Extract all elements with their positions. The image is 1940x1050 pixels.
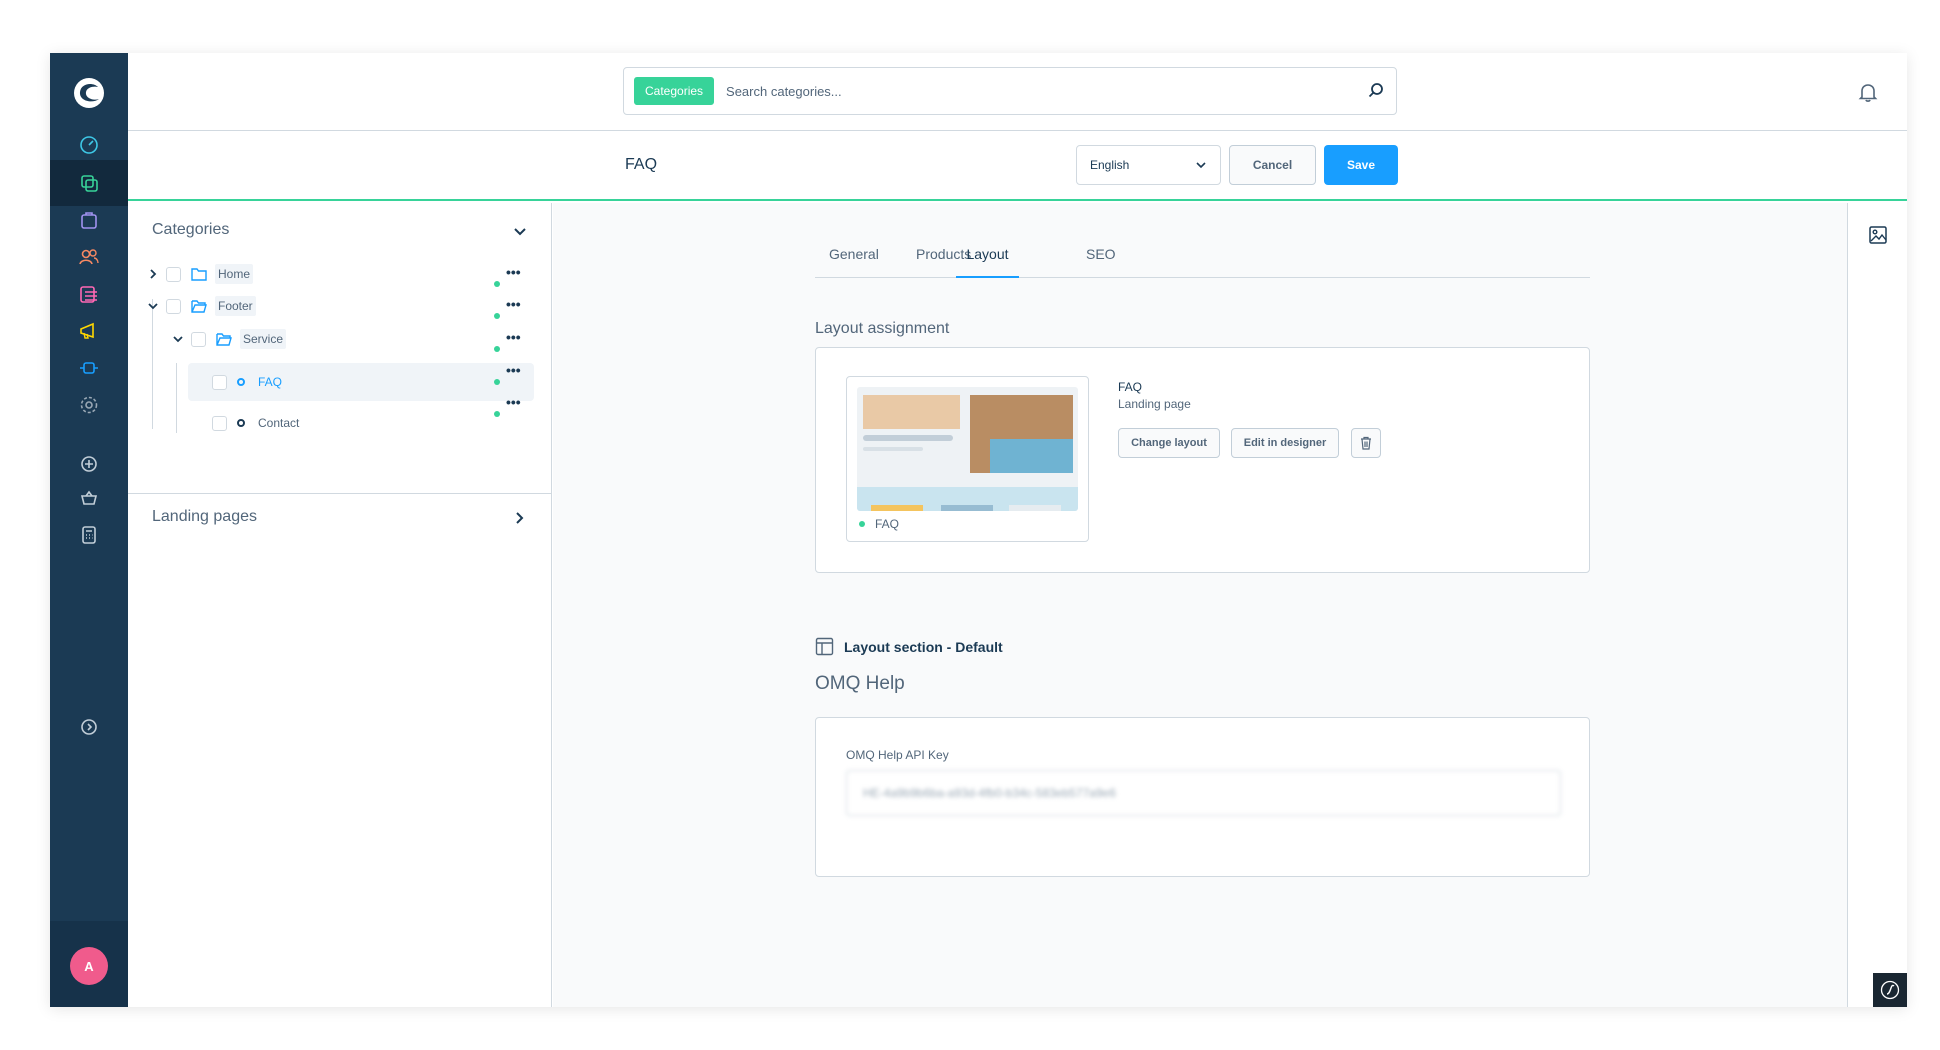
tree-checkbox[interactable] xyxy=(191,331,206,347)
chevron-down-icon[interactable] xyxy=(146,301,160,311)
dashboard-icon xyxy=(80,136,98,154)
layout-assignment-title: Layout assignment xyxy=(815,320,950,337)
tree-item-label: Contact xyxy=(258,416,300,430)
chevron-right-icon[interactable] xyxy=(146,269,160,279)
tab-seo[interactable]: SEO xyxy=(1086,240,1116,278)
media-icon[interactable] xyxy=(1868,225,1888,245)
search-type-tag[interactable]: Categories xyxy=(634,77,715,105)
admin-sidebar: A xyxy=(50,53,128,1007)
tree-guide-line xyxy=(176,363,177,433)
edit-in-designer-button[interactable]: Edit in designer xyxy=(1231,428,1339,458)
landing-pages-heading[interactable]: Landing pages xyxy=(152,508,257,526)
global-header: Categories Search categories... xyxy=(128,53,1907,131)
context-menu-button[interactable]: ••• xyxy=(506,329,521,345)
divider xyxy=(128,493,552,494)
folder-open-icon xyxy=(216,333,232,346)
tree-item-service[interactable]: Service xyxy=(171,319,287,359)
context-menu-button[interactable]: ••• xyxy=(506,264,521,280)
trash-icon xyxy=(1361,436,1371,450)
content-icon xyxy=(80,286,97,303)
status-dot xyxy=(494,379,500,385)
category-detail: General Products Layout SEO Layout assig… xyxy=(553,203,1847,1007)
smart-bar: FAQ English Cancel Save xyxy=(128,131,1907,201)
change-layout-button[interactable]: Change layout xyxy=(1118,428,1220,458)
search-input[interactable]: Search categories... xyxy=(726,84,1366,99)
tree-checkbox[interactable] xyxy=(166,298,181,314)
chevron-down-icon[interactable] xyxy=(513,225,527,239)
block-title: OMQ Help xyxy=(815,673,905,694)
extensions-icon xyxy=(80,362,98,374)
layout-type: Landing page xyxy=(1118,397,1191,411)
cancel-button[interactable]: Cancel xyxy=(1229,145,1316,185)
nav-collapse[interactable] xyxy=(50,704,128,750)
layout-name: FAQ xyxy=(1118,380,1143,394)
layout-icon xyxy=(815,637,834,656)
context-menu-button[interactable]: ••• xyxy=(506,394,521,410)
tree-checkbox[interactable] xyxy=(166,266,181,282)
layout-section-heading: Layout section - Default xyxy=(815,637,1003,656)
tab-general[interactable]: General xyxy=(829,240,879,278)
remove-layout-button[interactable] xyxy=(1351,428,1381,458)
marketing-icon xyxy=(80,322,94,339)
tree-item-contact[interactable]: Contact xyxy=(212,403,302,443)
status-dot xyxy=(494,346,500,352)
shopware-logo-icon[interactable] xyxy=(69,73,109,113)
basket-icon xyxy=(80,490,98,505)
save-button[interactable]: Save xyxy=(1324,145,1398,185)
chevron-down-icon[interactable] xyxy=(171,334,185,344)
calculator-icon xyxy=(82,526,96,544)
status-dot xyxy=(494,281,500,287)
bell-icon[interactable] xyxy=(1857,81,1879,103)
preview-footer: FAQ xyxy=(859,517,899,531)
layout-assignment-card: FAQ FAQ Landing page Change layout Edit … xyxy=(815,347,1590,573)
language-value: English xyxy=(1090,158,1130,172)
customers-icon xyxy=(79,249,99,265)
tree-item-faq[interactable]: FAQ xyxy=(188,363,534,401)
language-switch[interactable]: English xyxy=(1076,145,1221,185)
folder-icon xyxy=(191,268,207,281)
tab-layout[interactable]: Layout xyxy=(956,240,1019,278)
leaf-node-icon xyxy=(237,378,245,386)
nav-settings[interactable] xyxy=(50,382,128,428)
status-dot xyxy=(494,411,500,417)
page-title: FAQ xyxy=(625,156,658,173)
tree-heading: Categories xyxy=(152,221,230,238)
avatar[interactable]: A xyxy=(70,947,108,985)
detail-tabs: General Products Layout SEO xyxy=(815,240,1590,278)
context-menu-button[interactable]: ••• xyxy=(506,362,521,378)
catalogue-icon xyxy=(81,175,98,192)
api-key-label: OMQ Help API Key xyxy=(846,748,949,762)
status-dot xyxy=(494,313,500,319)
folder-open-icon xyxy=(191,300,207,313)
tree-item-label: FAQ xyxy=(258,375,283,389)
layout-preview[interactable]: FAQ xyxy=(846,376,1089,542)
layout-section-label: Layout section - Default xyxy=(844,638,1003,655)
status-dot xyxy=(859,521,865,527)
symfony-icon[interactable] xyxy=(1873,973,1907,1007)
preview-label: FAQ xyxy=(875,517,900,531)
help-icon xyxy=(81,719,97,735)
context-menu-button[interactable]: ••• xyxy=(506,296,521,312)
add-icon xyxy=(81,456,97,472)
leaf-node-icon xyxy=(237,419,245,427)
api-key-field[interactable]: HE-4a9b9b6ba-a93d-4fb0-b34c-583eb577a9e6 xyxy=(846,770,1561,816)
settings-icon xyxy=(80,396,98,414)
tree-checkbox[interactable] xyxy=(212,374,227,390)
chevron-right-icon[interactable] xyxy=(513,511,527,525)
category-tree-panel: Categories Home Footer Service FAQ Conta… xyxy=(128,203,552,1007)
search-bar[interactable]: Categories Search categories... xyxy=(623,67,1397,115)
app-window: A Categories Search categories... FAQ En… xyxy=(50,53,1907,1007)
omq-help-card: OMQ Help API Key HE-4a9b9b6ba-a93d-4fb0-… xyxy=(815,717,1590,877)
nav-pos[interactable] xyxy=(50,512,128,558)
tree-item-label: Service xyxy=(240,329,287,349)
right-sidebar xyxy=(1847,203,1907,1007)
tree-checkbox[interactable] xyxy=(212,415,227,431)
search-icon[interactable] xyxy=(1366,81,1386,101)
tree-item-label: Home xyxy=(215,264,254,284)
orders-icon xyxy=(81,212,97,229)
layout-thumbnail xyxy=(857,387,1078,511)
chevron-down-icon xyxy=(1196,162,1206,169)
tree-item-label: Footer xyxy=(215,296,256,316)
